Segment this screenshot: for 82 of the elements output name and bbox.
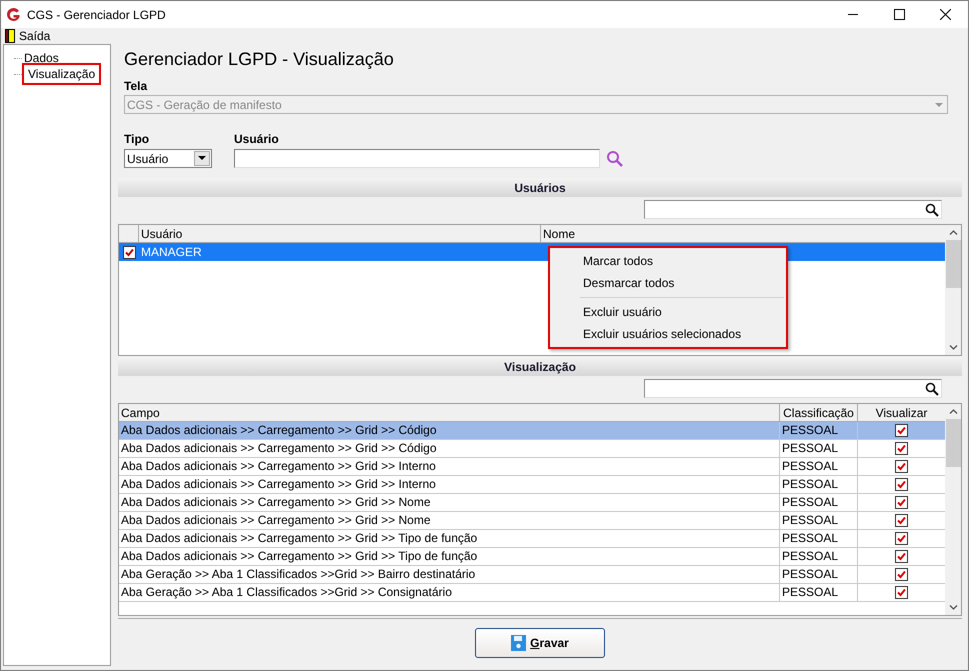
search-icon: [925, 382, 939, 396]
table-cell: PESSOAL: [780, 548, 858, 565]
field-label: Tipo: [124, 131, 150, 148]
scrollbar[interactable]: [945, 404, 961, 615]
checkbox[interactable]: [895, 586, 908, 599]
table-cell: PESSOAL: [780, 584, 858, 601]
checkbox[interactable]: [895, 550, 908, 563]
maximize-icon: [894, 9, 904, 20]
table-row[interactable]: Aba Dados adicionais >> Carregamento >> Grid >> Código PESSOAL: [119, 440, 945, 458]
checkbox[interactable]: [895, 568, 908, 581]
menu-item[interactable]: Excluir usuários selecionados: [550, 323, 786, 345]
table-row[interactable]: Aba Dados adicionais >> Carregamento >> Grid >> Nome PESSOAL: [119, 512, 945, 530]
field-label: Usuário: [234, 131, 280, 148]
close-icon: [940, 9, 950, 20]
checkbox[interactable]: [895, 424, 908, 437]
dropdown-arrow-icon: [198, 156, 206, 161]
table-cell: PESSOAL: [780, 494, 858, 511]
checkbox[interactable]: [895, 496, 908, 509]
column-header[interactable]: Classificação: [780, 404, 858, 421]
table-cell: Aba Dados adicionais >> Carregamento >> Grid >> Código: [119, 422, 780, 439]
table-cell: Aba Geração >> Aba 1 Classificados >>Grid >> Consignatário: [119, 584, 780, 601]
dropdown-arrow-icon: [935, 102, 943, 106]
menu-item[interactable]: Excluir usuário: [550, 301, 786, 323]
page-heading: Gerenciador LGPD - Visualização: [124, 48, 395, 71]
tree-item[interactable]: Dados: [22, 50, 61, 66]
search-field[interactable]: [644, 200, 942, 219]
column-header[interactable]: Visualizar: [858, 404, 945, 421]
section-header: Usuários: [118, 178, 962, 197]
search-icon[interactable]: [606, 150, 624, 168]
table-cell: Aba Geração >> Aba 1 Classificados >>Grid >> Bairro destinatário: [119, 566, 780, 583]
table-cell: PESSOAL: [780, 476, 858, 493]
table-row[interactable]: Aba Dados adicionais >> Carregamento >> Grid >> Código PESSOAL: [119, 422, 945, 440]
table-cell: Aba Dados adicionais >> Carregamento >> Grid >> Código: [119, 440, 780, 457]
scroll-thumb[interactable]: [946, 240, 960, 288]
table-row[interactable]: Aba Dados adicionais >> Carregamento >> Grid >> Nome PESSOAL: [119, 494, 945, 512]
table-cell: Aba Dados adicionais >> Carregamento >> Grid >> Nome: [119, 494, 780, 511]
checkbox[interactable]: [895, 532, 908, 545]
scroll-thumb[interactable]: [946, 419, 960, 467]
section-header: Visualização: [118, 357, 962, 376]
menu-item[interactable]: Desmarcar todos: [550, 272, 786, 294]
table-cell: Aba Dados adicionais >> Carregamento >> Grid >> Nome: [119, 512, 780, 529]
table-cell: PESSOAL: [780, 422, 858, 439]
table-cell-text: MANAGER: [140, 244, 203, 261]
table-cell: PESSOAL: [780, 458, 858, 475]
window-title: CGS - Gerenciador LGPD: [27, 6, 166, 24]
table-cell: Aba Dados adicionais >> Carregamento >> Grid >> Tipo de função: [119, 548, 780, 565]
table-row[interactable]: Aba Dados adicionais >> Carregamento >> Grid >> Interno PESSOAL: [119, 476, 945, 494]
checkbox[interactable]: [895, 478, 908, 491]
tree-item[interactable]: Visualização: [22, 63, 102, 85]
scroll-down-icon[interactable]: [948, 605, 958, 610]
table-cell: Aba Dados adicionais >> Carregamento >> Grid >> Interno: [119, 458, 780, 475]
table-cell: Aba Dados adicionais >> Carregamento >> Grid >> Tipo de função: [119, 530, 780, 547]
column-header[interactable]: Usuário: [139, 225, 541, 242]
app-logo-icon: [5, 6, 21, 22]
checkbox[interactable]: [895, 442, 908, 455]
scrollbar[interactable]: [945, 225, 961, 355]
scroll-up-icon[interactable]: [948, 230, 958, 235]
column-header[interactable]: Nome: [541, 225, 945, 242]
column-header[interactable]: Campo: [119, 404, 780, 421]
scroll-up-icon[interactable]: [948, 409, 958, 414]
search-field[interactable]: [644, 379, 942, 398]
door-icon: [5, 29, 15, 43]
checkbox[interactable]: [895, 460, 908, 473]
checkbox[interactable]: [895, 514, 908, 527]
table-row[interactable]: Aba Dados adicionais >> Carregamento >> Grid >> Tipo de função PESSOAL: [119, 548, 945, 566]
table-cell: PESSOAL: [780, 512, 858, 529]
table-cell: PESSOAL: [780, 440, 858, 457]
table-row[interactable]: Aba Geração >> Aba 1 Classificados >>Grid >> Consignatário PESSOAL: [119, 584, 945, 602]
field-label: Tela: [124, 78, 148, 95]
table-cell: PESSOAL: [780, 566, 858, 583]
save-button[interactable]: Gravar: [475, 628, 605, 658]
type-dropdown[interactable]: Usuário: [124, 149, 212, 168]
scroll-down-icon[interactable]: [948, 345, 958, 350]
search-icon: [925, 202, 939, 216]
table-row[interactable]: Aba Dados adicionais >> Carregamento >> Grid >> Interno PESSOAL: [119, 458, 945, 476]
check-icon: [124, 248, 134, 256]
checkbox[interactable]: [122, 246, 136, 258]
table-cell: PESSOAL: [780, 530, 858, 547]
table-cell: Aba Dados adicionais >> Carregamento >> Grid >> Interno: [119, 476, 780, 493]
user-input[interactable]: [234, 149, 600, 168]
table-row[interactable]: Aba Dados adicionais >> Carregamento >> Grid >> Tipo de função PESSOAL: [119, 530, 945, 548]
table-row[interactable]: Aba Geração >> Aba 1 Classificados >>Grid >> Bairro destinatário PESSOAL: [119, 566, 945, 584]
